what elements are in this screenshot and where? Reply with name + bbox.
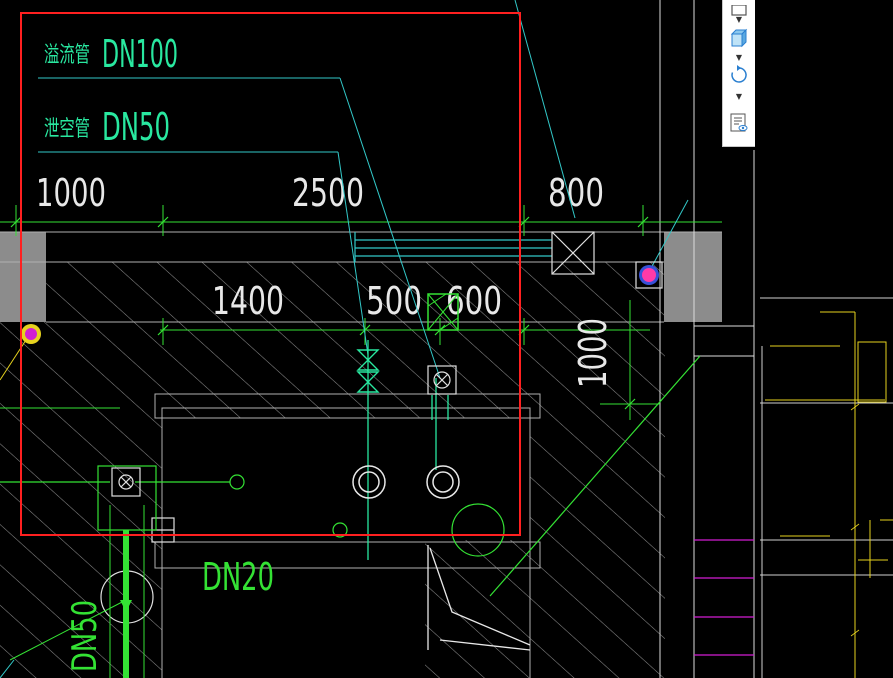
overflow-pipe-name: 溢流管 — [44, 43, 90, 68]
dn20-label: DN20 — [202, 555, 274, 599]
dim-600: 600 — [446, 279, 502, 323]
window-dropdown-caret[interactable]: ▼ — [733, 16, 745, 24]
pipe-channel — [354, 232, 552, 262]
wall-block-left — [0, 232, 46, 322]
cube-dropdown-caret[interactable]: ▼ — [733, 54, 745, 62]
wall-block-right — [664, 232, 722, 322]
cad-drawing-canvas[interactable]: 1000 2500 800 1400 500 600 1000 溢流管 DN10… — [0, 0, 760, 678]
magenta-lines — [694, 539, 754, 656]
pipe-labels: 溢流管 DN100 泄空管 DN50 — [44, 32, 178, 149]
cube-icon[interactable] — [727, 27, 751, 49]
dim-800: 800 — [548, 171, 604, 215]
dn50-vertical-label: DN50 — [65, 600, 105, 672]
rotate-dropdown-caret[interactable]: ▼ — [733, 93, 745, 101]
dim-2500: 2500 — [292, 171, 364, 215]
dim-1000: 1000 — [36, 171, 106, 215]
dim-1000-vertical: 1000 — [571, 318, 615, 388]
properties-icon[interactable] — [727, 112, 751, 134]
vent-pipe-size: DN50 — [102, 105, 170, 149]
dim-500: 500 — [366, 279, 422, 323]
dim-1400: 1400 — [212, 279, 284, 323]
view-toolbar: ▼ ▼ ▼ — [722, 0, 755, 147]
vent-pipe-name: 泄空管 — [44, 117, 90, 142]
side-drawing-panel[interactable] — [760, 0, 893, 678]
rotate-icon[interactable] — [727, 64, 751, 86]
overflow-pipe-size: DN100 — [102, 32, 178, 76]
